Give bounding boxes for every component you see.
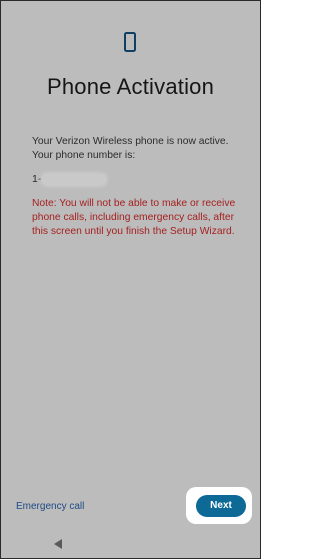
phone-number-prefix: 1-: [32, 173, 42, 185]
activation-message: Your Verizon Wireless phone is now activ…: [32, 136, 229, 161]
back-triangle-icon[interactable]: [53, 538, 63, 550]
next-button[interactable]: Next: [196, 495, 246, 517]
activation-screen: Phone Activation Your Verizon Wireless p…: [0, 0, 261, 559]
emergency-warning-note: Note: You will not be able to make or re…: [32, 198, 236, 237]
page-title: Phone Activation: [46, 74, 215, 99]
emergency-call-link[interactable]: Emergency call: [16, 501, 84, 512]
phone-icon: [124, 32, 136, 52]
phone-number-redacted: [43, 174, 106, 184]
phone-number: 1-: [32, 173, 106, 185]
